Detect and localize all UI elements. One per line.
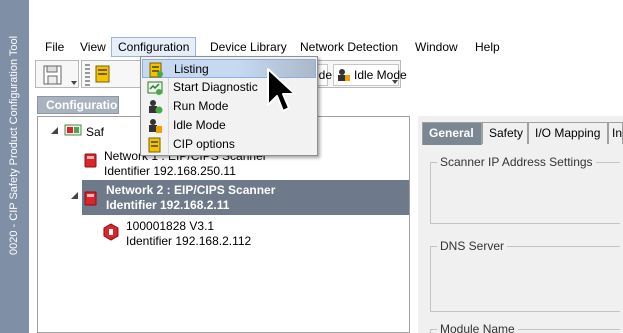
safety-network-icon xyxy=(64,122,82,140)
toolbar-file-group xyxy=(35,60,79,88)
menu-item-cip-options[interactable]: CIP options xyxy=(142,135,316,154)
safety-device-icon xyxy=(102,223,120,241)
scanner-icon xyxy=(83,189,101,207)
tab-io-mapping[interactable]: I/O Mapping xyxy=(528,122,608,144)
menu-item-cip-options-label: CIP options xyxy=(173,137,235,151)
dns-server-legend: DNS Server xyxy=(437,239,508,253)
module-name-group: Module Name xyxy=(430,322,620,333)
menu-help[interactable]: Help xyxy=(469,37,506,57)
toolbar-mode-dropdown-arrow[interactable] xyxy=(392,80,399,86)
scanner-ip-settings-legend: Scanner IP Address Settings xyxy=(437,155,596,169)
device-label[interactable]: 100001828 V3.1 xyxy=(126,219,214,234)
tree-expander-root[interactable] xyxy=(50,126,60,136)
idle-mode-button[interactable]: Idle Mode xyxy=(333,64,407,86)
menu-network-detection[interactable]: Network Detection xyxy=(294,37,404,57)
details-tabs: General Safety I/O Mapping In xyxy=(422,122,623,145)
tree-expander-network2[interactable] xyxy=(70,191,80,201)
menu-bar: File View Configuration Device Library N… xyxy=(29,36,623,58)
dns-server-group: DNS Server xyxy=(430,239,620,312)
configuration-panel-tab[interactable]: Configuratio xyxy=(37,96,119,114)
menu-item-start-diagnostic-label: Start Diagnostic xyxy=(173,80,258,94)
menu-item-idle-mode[interactable]: Idle Mode xyxy=(142,116,316,135)
network2-label[interactable]: Network 2 : EIP/CIPS Scanner xyxy=(106,183,275,198)
toolbar-file-dropdown-arrow[interactable] xyxy=(71,81,78,87)
device-identifier: Identifier 192.168.2.112 xyxy=(126,234,252,248)
menu-item-run-mode-label: Run Mode xyxy=(173,99,229,113)
diagnostic-icon xyxy=(147,80,163,96)
listing-icon xyxy=(148,62,164,78)
mouse-pointer-icon xyxy=(266,67,296,115)
idle-mode-icon xyxy=(337,68,351,82)
cip-options-icon xyxy=(147,137,163,153)
window-title: 0020 - CIP Safety Product Configuration … xyxy=(8,35,20,255)
menu-device-library[interactable]: Device Library xyxy=(204,37,293,57)
menu-view[interactable]: View xyxy=(74,37,112,57)
tree-root-label[interactable]: Safety xyxy=(86,125,104,140)
listing-icon[interactable] xyxy=(94,65,112,83)
network2-identifier: Identifier 192.168.2.11 xyxy=(106,198,230,212)
network1-identifier: Identifier 192.168.250.11 xyxy=(104,164,236,178)
toolbar: ode Idle Mode xyxy=(35,60,601,88)
scanner-icon xyxy=(83,151,101,169)
menu-item-idle-mode-label: Idle Mode xyxy=(173,118,226,132)
menu-item-listing-label: Listing xyxy=(174,62,209,76)
save-icon[interactable] xyxy=(42,64,64,86)
menu-file[interactable]: File xyxy=(39,37,70,57)
tab-general[interactable]: General xyxy=(422,122,482,145)
toolbar-grip[interactable] xyxy=(85,64,90,86)
window-title-band: 0020 - CIP Safety Product Configuration … xyxy=(0,0,29,333)
run-mode-icon xyxy=(147,99,163,115)
details-panel: General Safety I/O Mapping In Scanner IP… xyxy=(418,116,623,333)
menu-window[interactable]: Window xyxy=(409,37,464,57)
application-window: File View Configuration Device Library N… xyxy=(29,0,623,333)
module-name-legend: Module Name xyxy=(437,322,518,333)
tab-safety[interactable]: Safety xyxy=(482,122,528,144)
scanner-ip-settings-group: Scanner IP Address Settings xyxy=(430,155,620,224)
idle-mode-icon xyxy=(147,118,163,134)
tab-overflow[interactable]: In xyxy=(608,122,623,144)
menu-configuration[interactable]: Configuration xyxy=(111,37,197,57)
